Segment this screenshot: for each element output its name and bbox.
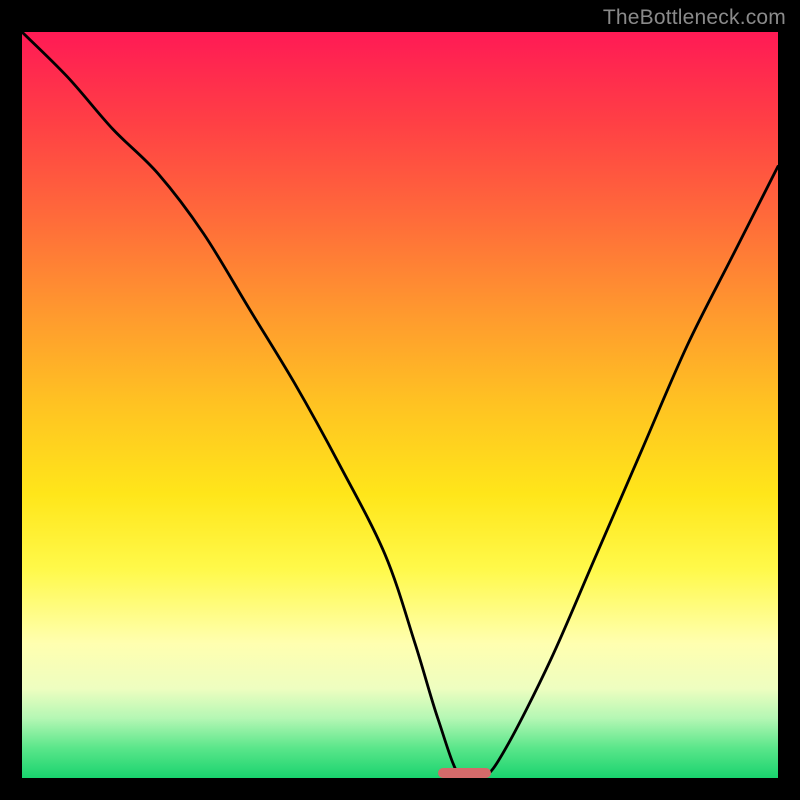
curve-svg <box>22 32 778 778</box>
chart-frame: TheBottleneck.com <box>0 0 800 800</box>
plot-area <box>22 32 778 778</box>
bottleneck-curve <box>22 32 778 778</box>
optimum-marker <box>438 768 491 778</box>
watermark-text: TheBottleneck.com <box>603 6 786 30</box>
